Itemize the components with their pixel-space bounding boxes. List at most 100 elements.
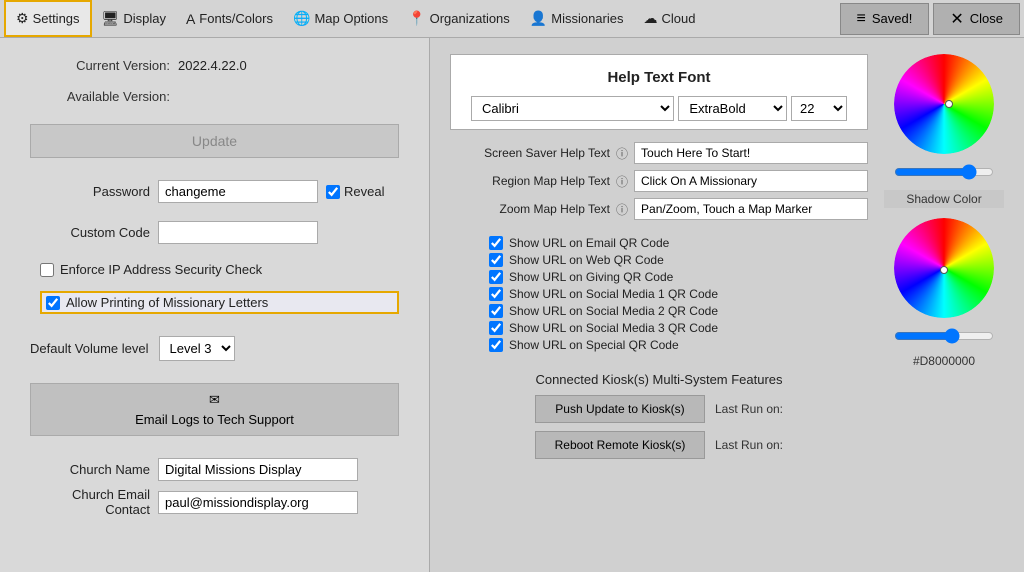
password-row: Password Reveal — [30, 180, 399, 203]
available-version-label: Available Version: — [30, 89, 170, 104]
nav-label-map: Map Options — [314, 11, 388, 26]
zoom-map-row: Zoom Map Help Text ⓘ — [450, 198, 868, 220]
church-name-row: Church Name — [30, 458, 399, 481]
reveal-checkbox[interactable] — [326, 185, 340, 199]
qr-check-row-6: Show URL on Special QR Code — [489, 338, 829, 352]
color-wheel-1[interactable] — [894, 54, 994, 154]
zoom-map-info-icon: ⓘ — [616, 201, 628, 218]
church-email-row: Church Email Contact — [30, 487, 399, 517]
nav-label-display: Display — [123, 11, 166, 26]
region-map-input[interactable] — [634, 170, 868, 192]
cloud-icon: ☁ — [643, 10, 657, 27]
nav-label-missionaries: Missionaries — [551, 11, 623, 26]
enforce-ip-label: Enforce IP Address Security Check — [60, 262, 262, 277]
enforce-ip-row: Enforce IP Address Security Check — [40, 262, 399, 277]
qr-checkbox-4[interactable] — [489, 304, 503, 318]
qr-check-row-1: Show URL on Web QR Code — [489, 253, 829, 267]
region-map-row: Region Map Help Text ⓘ — [450, 170, 868, 192]
map-icon: 🌐 — [293, 10, 310, 27]
qr-label-4: Show URL on Social Media 2 QR Code — [509, 304, 718, 318]
screen-saver-input[interactable] — [634, 142, 868, 164]
qr-label-2: Show URL on Giving QR Code — [509, 270, 673, 284]
qr-checkbox-5[interactable] — [489, 321, 503, 335]
allow-printing-checkbox[interactable] — [46, 296, 60, 310]
current-version-label: Current Version: — [30, 58, 170, 73]
saved-label: Saved! — [872, 11, 912, 26]
color-wheel-dot-2 — [940, 266, 948, 274]
email-logs-button[interactable]: ✉ Email Logs to Tech Support — [30, 383, 399, 436]
nav-item-fonts-colors[interactable]: A Fonts/Colors — [176, 0, 283, 37]
nav-label-org: Organizations — [430, 11, 510, 26]
zoom-map-input[interactable] — [634, 198, 868, 220]
qr-checkboxes: Show URL on Email QR Code Show URL on Web… — [450, 236, 868, 352]
nav-item-missionaries[interactable]: 👤 Missionaries — [520, 0, 634, 37]
qr-checkbox-0[interactable] — [489, 236, 503, 250]
volume-select[interactable]: Level 3 Level 1 Level 2 Level 4 Level 5 — [159, 336, 235, 361]
qr-checkbox-1[interactable] — [489, 253, 503, 267]
reboot-button[interactable]: Reboot Remote Kiosk(s) — [535, 431, 705, 459]
reboot-row: Reboot Remote Kiosk(s) Last Run on: — [535, 431, 783, 459]
qr-label-5: Show URL on Social Media 3 QR Code — [509, 321, 718, 335]
enforce-ip-checkbox[interactable] — [40, 263, 54, 277]
church-name-label: Church Name — [30, 462, 150, 477]
current-version-row: Current Version: 2022.4.22.0 — [30, 58, 399, 73]
color-wheel-inner-1 — [894, 54, 994, 154]
right-main: Help Text Font Calibri ExtraBold Regular… — [450, 54, 868, 556]
nav-item-settings[interactable]: ⚙ Settings — [4, 0, 92, 37]
church-email-label: Church Email Contact — [30, 487, 150, 517]
screen-saver-row: Screen Saver Help Text ⓘ — [450, 142, 868, 164]
nav-item-map-options[interactable]: 🌐 Map Options — [283, 0, 398, 37]
allow-printing-label: Allow Printing of Missionary Letters — [66, 295, 268, 310]
available-version-row: Available Version: — [30, 89, 399, 104]
region-map-info-icon: ⓘ — [616, 173, 628, 190]
saved-button[interactable]: ≡ Saved! — [840, 3, 930, 35]
custom-code-label: Custom Code — [30, 225, 150, 240]
close-label: Close — [970, 11, 1003, 26]
display-icon: 🖥 — [102, 10, 120, 27]
qr-checkbox-6[interactable] — [489, 338, 503, 352]
qr-check-row-4: Show URL on Social Media 2 QR Code — [489, 304, 829, 318]
color-panel: Shadow Color #D8000000 — [884, 54, 1004, 556]
qr-label-6: Show URL on Special QR Code — [509, 338, 679, 352]
screen-saver-info-icon: ⓘ — [616, 145, 628, 162]
shadow-hex-value: #D8000000 — [913, 354, 975, 368]
qr-checkbox-3[interactable] — [489, 287, 503, 301]
church-email-input[interactable] — [158, 491, 358, 514]
push-last-run-label: Last Run on: — [715, 402, 783, 416]
update-button[interactable]: Update — [30, 124, 399, 158]
color-wheel-2[interactable] — [894, 218, 994, 318]
nav-item-display[interactable]: 🖥 Display — [92, 0, 176, 37]
qr-check-row-2: Show URL on Giving QR Code — [489, 270, 829, 284]
shadow-color-label: Shadow Color — [884, 190, 1004, 208]
qr-label-3: Show URL on Social Media 1 QR Code — [509, 287, 718, 301]
nav-label-settings: Settings — [33, 11, 80, 26]
volume-label: Default Volume level — [30, 341, 149, 356]
font-size-select[interactable]: 22 14 16 18 20 24 — [791, 96, 847, 121]
nav-item-organizations[interactable]: 📍 Organizations — [398, 0, 520, 37]
org-icon: 📍 — [408, 10, 425, 27]
color-wheel-dot-1 — [945, 100, 953, 108]
update-label: Update — [192, 133, 237, 149]
color-slider-1[interactable] — [894, 164, 994, 180]
main-content: Current Version: 2022.4.22.0 Available V… — [0, 38, 1024, 572]
font-controls: Calibri ExtraBold Regular Bold Italic 22… — [471, 96, 847, 121]
qr-label-0: Show URL on Email QR Code — [509, 236, 669, 250]
font-select[interactable]: Calibri — [471, 96, 674, 121]
missionary-icon: 👤 — [530, 10, 547, 27]
allow-printing-row: Allow Printing of Missionary Letters — [40, 291, 399, 314]
nav-item-cloud[interactable]: ☁ Cloud — [633, 0, 705, 37]
right-panel: Help Text Font Calibri ExtraBold Regular… — [430, 38, 1024, 572]
custom-code-input[interactable] — [158, 221, 318, 244]
reboot-label: Reboot Remote Kiosk(s) — [555, 438, 686, 452]
push-update-row: Push Update to Kiosk(s) Last Run on: — [535, 395, 783, 423]
qr-checkbox-2[interactable] — [489, 270, 503, 284]
push-update-button[interactable]: Push Update to Kiosk(s) — [535, 395, 705, 423]
password-input[interactable] — [158, 180, 318, 203]
region-map-label: Region Map Help Text — [450, 174, 610, 188]
color-slider-2[interactable] — [894, 328, 994, 344]
close-button[interactable]: ✕ Close — [933, 3, 1020, 35]
fonts-icon: A — [186, 11, 195, 27]
push-update-label: Push Update to Kiosk(s) — [555, 402, 684, 416]
church-name-input[interactable] — [158, 458, 358, 481]
font-weight-select[interactable]: ExtraBold Regular Bold Italic — [678, 96, 787, 121]
